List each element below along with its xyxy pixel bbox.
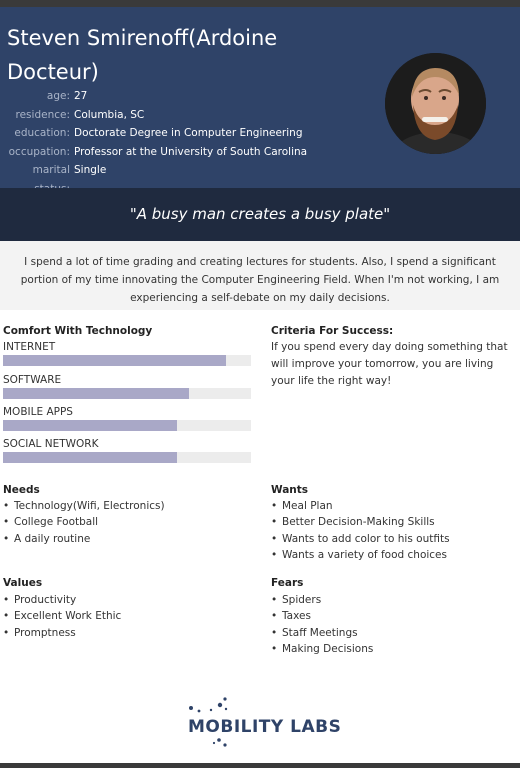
tech-bar-fill xyxy=(3,452,177,463)
info-value: Columbia, SC xyxy=(74,108,145,121)
tech-bar-fill xyxy=(3,420,177,431)
logo-text: MOBILITY LABS xyxy=(188,717,342,737)
tech-bar-software xyxy=(3,388,251,399)
info-row-residence: residence: Columbia, SC xyxy=(0,106,360,125)
tech-title: Comfort With Technology xyxy=(3,325,153,337)
tech-bar-fill xyxy=(3,388,189,399)
info-label: residence: xyxy=(15,108,70,121)
list-item: Excellent Work Ethic xyxy=(3,608,121,625)
info-value: Professor at the University of South Car… xyxy=(74,145,308,158)
avatar-photo xyxy=(385,53,486,154)
list-item: Spiders xyxy=(271,592,373,609)
criteria-title: Criteria For Success: xyxy=(271,325,394,337)
needs-title: Needs xyxy=(3,484,40,496)
info-label: education: xyxy=(14,127,70,139)
info-row-age: age: 27 xyxy=(0,87,360,106)
persona-name: Steven Smirenoff(Ardoine Docteur) xyxy=(7,26,278,84)
values-title: Values xyxy=(3,577,43,589)
avatar xyxy=(385,53,486,154)
criteria-text: If you spend every day doing something t… xyxy=(271,341,508,387)
top-edge-bar xyxy=(0,0,520,7)
fears-list: Spiders Taxes Staff Meetings Making Deci… xyxy=(271,592,373,657)
bottom-edge-bar xyxy=(0,763,520,768)
tech-label-social-network: SOCIAL NETWORK xyxy=(3,438,99,450)
list-item: Wants to add color to his outfits xyxy=(271,531,450,548)
tech-bar-mobile-apps xyxy=(3,420,251,431)
list-item: A daily routine xyxy=(3,531,165,548)
info-label: age: xyxy=(46,90,70,102)
info-label: occupation: xyxy=(8,145,70,158)
mobility-labs-logo: MOBILITY LABS xyxy=(185,697,345,755)
quote-banner: "A busy man creates a busy plate" xyxy=(0,188,520,241)
list-item: Technology(Wifi, Electronics) xyxy=(3,498,165,515)
info-value: Doctorate Degree in Computer Engineering xyxy=(74,127,303,139)
list-item: Promptness xyxy=(3,625,121,642)
tech-bar-internet xyxy=(3,355,251,366)
list-item: Wants a variety of food choices xyxy=(271,547,450,564)
list-item: College Football xyxy=(3,514,165,531)
info-value: 27 xyxy=(74,90,88,102)
info-row-occupation: occupation: Professor at the University … xyxy=(0,143,360,162)
values-list: Productivity Excellent Work Ethic Prompt… xyxy=(3,592,121,641)
list-item: Making Decisions xyxy=(271,641,373,658)
bio-text: I spend a lot of time grading and creati… xyxy=(0,241,520,310)
wants-list: Meal Plan Better Decision-Making Skills … xyxy=(271,498,450,563)
info-row-education: education: Doctorate Degree in Computer … xyxy=(0,124,360,143)
persona-info: age: 27 residence: Columbia, SC educatio… xyxy=(0,87,360,198)
list-item: Better Decision-Making Skills xyxy=(271,514,450,531)
fears-title: Fears xyxy=(271,577,304,589)
persona-header: Steven Smirenoff(Ardoine Docteur) age: 2… xyxy=(0,7,520,195)
tech-label-mobile-apps: MOBILE APPS xyxy=(3,406,73,418)
list-item: Productivity xyxy=(3,592,121,609)
list-item: Staff Meetings xyxy=(271,625,373,642)
tech-label-software: SOFTWARE xyxy=(3,374,62,386)
tech-bar-social-network xyxy=(3,452,251,463)
list-item: Taxes xyxy=(271,608,373,625)
tech-label-internet: INTERNET xyxy=(3,341,56,353)
tech-bar-fill xyxy=(3,355,227,366)
needs-list: Technology(Wifi, Electronics) College Fo… xyxy=(3,498,165,547)
wants-title: Wants xyxy=(271,484,309,496)
list-item: Meal Plan xyxy=(271,498,450,515)
